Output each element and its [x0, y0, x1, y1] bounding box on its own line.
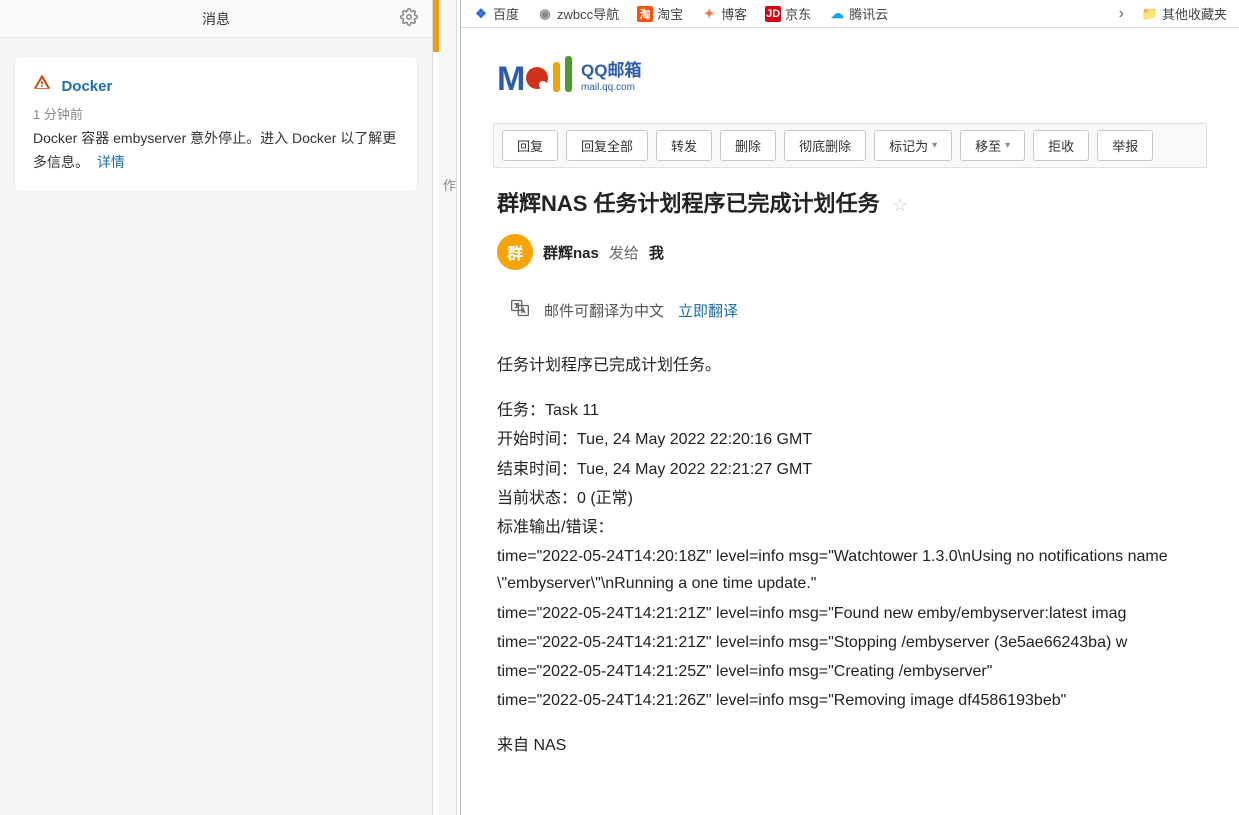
- globe-icon: ◉: [537, 6, 553, 22]
- sender-row: 群 群辉nas 发给 我: [461, 218, 1239, 282]
- body-log-1: time="2022-05-24T14:21:21Z" level=info m…: [497, 600, 1203, 627]
- mail-panel: ❖百度 ◉zwbcc导航 淘淘宝 ✦博客 JD京东 ☁腾讯云 › 📁其他收藏夹 …: [460, 0, 1239, 815]
- body-log-0: time="2022-05-24T14:20:18Z" level=info m…: [497, 543, 1203, 597]
- baidu-icon: ❖: [473, 6, 489, 22]
- mail-subject-row: 群辉NAS 任务计划程序已完成计划任务 ☆: [461, 186, 1239, 218]
- chevron-down-icon: ▾: [1005, 140, 1010, 151]
- background-window-edge: 作: [439, 0, 457, 815]
- delete-button[interactable]: 删除: [720, 130, 776, 161]
- hard-delete-button[interactable]: 彻底删除: [784, 130, 866, 161]
- notification-panel: 消息 Docker 1 分钟前 Docker 容器 embyserver 意外停…: [0, 0, 433, 815]
- qqmail-logo-icon: M QQ邮箱 mail.qq.com: [497, 56, 687, 102]
- bookmark-taobao[interactable]: 淘淘宝: [637, 4, 683, 23]
- sender-name: 群辉nas: [543, 242, 599, 263]
- svg-text:QQ邮箱: QQ邮箱: [581, 60, 641, 80]
- warning-icon: [33, 73, 51, 96]
- body-end: 结束时间：Tue, 24 May 2022 22:21:27 GMT: [497, 456, 1203, 483]
- sent-to-label: 发给: [609, 242, 639, 263]
- notification-card[interactable]: Docker 1 分钟前 Docker 容器 embyserver 意外停止。进…: [14, 56, 418, 192]
- star-icon[interactable]: ☆: [892, 195, 908, 215]
- mail-toolbar: 回复 回复全部 转发 删除 彻底删除 标记为▾ 移至▾ 拒收 举报: [493, 123, 1207, 168]
- translate-now-link[interactable]: 立即翻译: [678, 300, 738, 321]
- svg-text:M: M: [497, 60, 525, 98]
- notification-body: Docker 容器 embyserver 意外停止。进入 Docker 以了解更…: [33, 127, 399, 175]
- translate-banner: 邮件可翻译为中文 立即翻译: [497, 290, 1203, 330]
- body-stdout-label: 标准输出/错误：: [497, 514, 1203, 541]
- qqmail-logo-area: M QQ邮箱 mail.qq.com: [461, 28, 1239, 123]
- body-intro: 任务计划程序已完成计划任务。: [497, 352, 1203, 379]
- notification-details-link[interactable]: 详情: [97, 154, 125, 170]
- body-log-3: time="2022-05-24T14:21:25Z" level=info m…: [497, 658, 1203, 685]
- body-log-2: time="2022-05-24T14:21:21Z" level=info m…: [497, 629, 1203, 656]
- reply-button[interactable]: 回复: [502, 130, 558, 161]
- forward-button[interactable]: 转发: [656, 130, 712, 161]
- notification-time: 1 分钟前: [33, 104, 399, 123]
- bookmark-blog[interactable]: ✦博客: [701, 4, 747, 23]
- taobao-icon: 淘: [637, 6, 653, 22]
- bookmark-other-folder[interactable]: 📁其他收藏夹: [1142, 4, 1227, 23]
- bookmark-zwbcc[interactable]: ◉zwbcc导航: [537, 4, 619, 23]
- reply-all-button[interactable]: 回复全部: [566, 130, 648, 161]
- body-status: 当前状态：0 (正常): [497, 485, 1203, 512]
- body-log-4: time="2022-05-24T14:21:26Z" level=info m…: [497, 687, 1203, 714]
- avatar[interactable]: 群: [497, 234, 533, 270]
- chevron-right-icon[interactable]: ›: [1119, 5, 1124, 23]
- bookmark-baidu[interactable]: ❖百度: [473, 4, 519, 23]
- gear-icon[interactable]: [400, 8, 418, 31]
- chevron-down-icon: ▾: [932, 140, 937, 151]
- body-start: 开始时间：Tue, 24 May 2022 22:20:16 GMT: [497, 426, 1203, 453]
- jd-icon: JD: [765, 6, 781, 22]
- body-from: 来自 NAS: [497, 732, 1203, 759]
- cloud-icon: ☁: [829, 6, 845, 22]
- translate-hint: 邮件可翻译为中文: [544, 300, 664, 321]
- mail-subject: 群辉NAS 任务计划程序已完成计划任务: [497, 191, 880, 216]
- reject-button[interactable]: 拒收: [1033, 130, 1089, 161]
- mail-body: 任务计划程序已完成计划任务。 任务：Task 11 开始时间：Tue, 24 M…: [461, 352, 1239, 759]
- blog-icon: ✦: [701, 6, 717, 22]
- notification-header: 消息: [0, 0, 432, 38]
- bookmark-jd[interactable]: JD京东: [765, 4, 811, 23]
- recipient-me: 我: [649, 242, 664, 263]
- mark-as-button[interactable]: 标记为▾: [874, 130, 952, 161]
- bookmark-bar: ❖百度 ◉zwbcc导航 淘淘宝 ✦博客 JD京东 ☁腾讯云 › 📁其他收藏夹: [461, 0, 1239, 28]
- body-task: 任务：Task 11: [497, 397, 1203, 424]
- bookmark-tencent-cloud[interactable]: ☁腾讯云: [829, 4, 888, 23]
- notification-header-title: 消息: [202, 9, 230, 29]
- move-to-button[interactable]: 移至▾: [960, 130, 1025, 161]
- translate-icon: [510, 298, 530, 322]
- report-button[interactable]: 举报: [1097, 130, 1153, 161]
- notification-title: Docker: [61, 78, 112, 95]
- folder-icon: 📁: [1142, 6, 1158, 22]
- svg-text:mail.qq.com: mail.qq.com: [581, 82, 635, 93]
